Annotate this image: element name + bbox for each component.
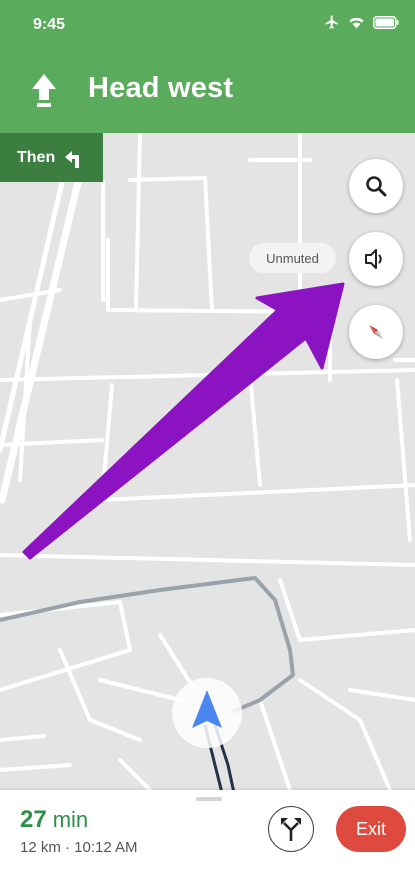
arrow-up-icon	[32, 74, 56, 107]
next-step-label: Then	[17, 148, 56, 166]
exit-button[interactable]: Exit	[336, 806, 406, 852]
battery-icon	[373, 15, 399, 29]
map-view[interactable]	[0, 133, 415, 793]
turn-left-icon	[65, 150, 80, 168]
compass-button[interactable]	[349, 305, 403, 359]
trip-summary-sheet[interactable]: 27 min 12 km · 10:12 AM Exit	[0, 790, 415, 873]
status-time: 9:45	[33, 16, 66, 33]
next-step-panel[interactable]: Then	[0, 133, 103, 182]
alternate-routes-icon	[281, 818, 301, 841]
navigation-header[interactable]: 9:45 Head west	[0, 0, 415, 133]
search-button[interactable]	[349, 159, 403, 213]
trip-details: 12 km · 10:12 AM	[20, 839, 138, 856]
eta-unit: min	[52, 807, 89, 832]
sheet-drag-handle[interactable]	[196, 797, 222, 801]
direction-instruction: Head west	[88, 72, 234, 104]
wifi-icon	[349, 17, 364, 29]
speaker-icon	[365, 249, 382, 269]
search-icon	[366, 176, 387, 197]
status-icons	[324, 14, 399, 30]
alternate-routes-button[interactable]	[268, 806, 314, 852]
mute-status-badge: Unmuted	[249, 243, 336, 273]
eta-display: 27 min	[20, 806, 88, 834]
navigation-screen: 9:45 Head west Then Unmuted 27 min 12 km…	[0, 0, 415, 873]
eta-value: 27	[20, 806, 47, 833]
compass-icon	[369, 325, 383, 339]
sound-toggle-button[interactable]	[349, 232, 403, 286]
airplane-icon	[325, 15, 338, 29]
